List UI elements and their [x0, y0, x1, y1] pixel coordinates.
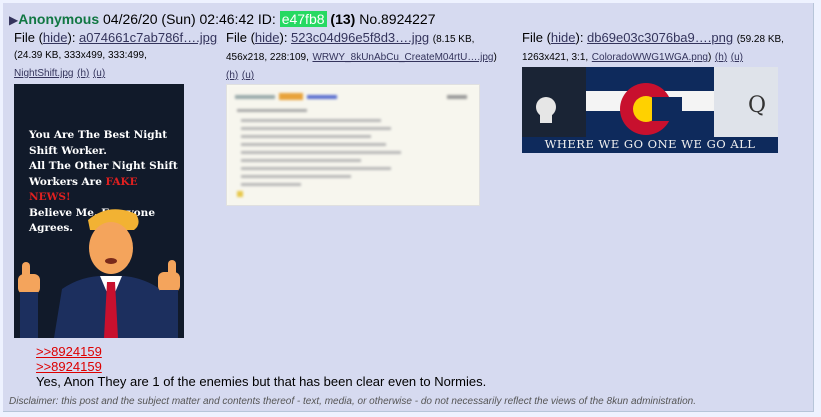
file-link[interactable]: db69e03c3076ba9….png [587, 30, 733, 45]
original-filename-link[interactable]: WRWY_8kUnAbCu_CreateM04rtU….jpg [312, 52, 493, 63]
file-info-1: File (hide): a074661c7ab786f….jpg (24.39… [14, 30, 218, 79]
poster-id[interactable]: e47fb8 [279, 11, 327, 27]
blurred-screenshot [227, 85, 479, 205]
h-link[interactable]: (h) [77, 68, 89, 79]
file-meta: (8.15 KB, [432, 34, 475, 45]
original-filename-link[interactable]: ColoradoWWG1WGA.png [592, 52, 708, 63]
u-link[interactable]: (u) [242, 70, 254, 81]
post-body: Yes, Anon They are 1 of the enemies but … [36, 374, 487, 389]
file-meta: (24.39 KB, 333x499, 333:499, [14, 50, 147, 61]
id-label: ID: [257, 11, 276, 27]
disclaimer: Disclaimer: this post and the subject ma… [9, 396, 696, 407]
hide-file-link[interactable]: hide [551, 30, 576, 45]
paren-close: ) [707, 52, 712, 63]
file-info-2: File (hide): 523c04d96e5f8d3….jpg (8.15 … [226, 30, 497, 81]
post: ▶Anonymous 04/26/20 (Sun) 02:46:42 ID: e… [3, 3, 814, 412]
quote-link[interactable]: >>8924159 [36, 359, 102, 374]
file-thumbnail-1[interactable]: You Are The Best Night Shift Worker. All… [14, 84, 184, 338]
file-link[interactable]: 523c04d96e5f8d3….jpg [291, 30, 429, 45]
u-link[interactable]: (u) [93, 68, 105, 79]
poster-name: Anonymous [18, 11, 100, 27]
file-meta: (59.28 KB, [736, 34, 784, 45]
h-link[interactable]: (h) [715, 52, 727, 63]
trump-illustration [18, 209, 180, 338]
file-meta-2: 1263x421, 3:1, [522, 52, 589, 63]
original-filename-link[interactable]: NightShift.jpg [14, 68, 73, 79]
file-thumbnail-3[interactable]: Q WHERE WE GO ONE WE GO ALL [522, 67, 778, 153]
quote-link[interactable]: >>8924159 [36, 344, 102, 359]
hide-file-link[interactable]: hide [43, 30, 68, 45]
file-label: File [226, 30, 247, 45]
file-label: File [522, 30, 543, 45]
q-letter: Q [747, 93, 766, 118]
file-info-3: File (hide): db69e03c3076ba9….png (59.28… [522, 30, 784, 63]
hide-file-link[interactable]: hide [255, 30, 280, 45]
paren-close: ) [493, 52, 497, 63]
file-thumbnail-2[interactable] [226, 84, 480, 206]
post-menu-arrow-icon[interactable]: ▶ [9, 13, 18, 27]
file-meta-2: 456x218, 228:109, [226, 52, 309, 63]
post-datetime: 04/26/20 (Sun) 02:46:42 [103, 11, 255, 27]
h-link[interactable]: (h) [226, 70, 238, 81]
u-link[interactable]: (u) [731, 52, 743, 63]
post-intro: ▶Anonymous 04/26/20 (Sun) 02:46:42 ID: e… [9, 11, 436, 27]
file-link[interactable]: a074661c7ab786f….jpg [79, 30, 217, 45]
post-number[interactable]: No.8924227 [359, 11, 435, 27]
banner-text: WHERE WE GO ONE WE GO ALL [544, 137, 756, 151]
file-label: File [14, 30, 35, 45]
id-post-count: (13) [330, 11, 356, 27]
